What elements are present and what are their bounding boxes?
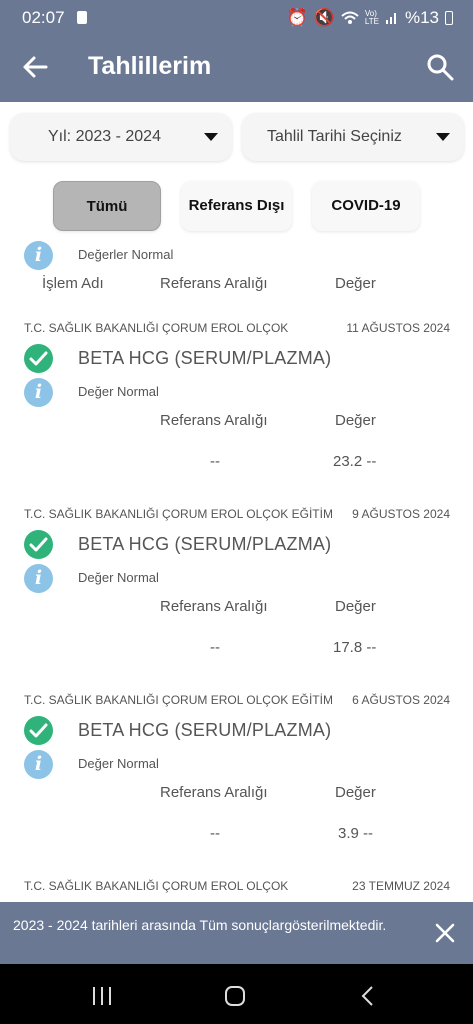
institution-name: T.C. SAĞLIK BAKANLIĞI ÇORUM EROL OLÇOK [24, 321, 289, 335]
status-time: 02:07 [22, 8, 65, 27]
page-title: Tahlillerim [88, 52, 212, 80]
recent-apps-icon[interactable] [90, 984, 114, 1008]
test-name[interactable]: BETA HCG (SERUM/PLAZMA) [78, 720, 331, 741]
year-dropdown-label: Yıl: 2023 - 2024 [48, 128, 161, 145]
institution-name: T.C. SAĞLIK BAKANLIĞI ÇORUM EROL OLÇOK E… [24, 693, 333, 707]
column-header-range: Referans Aralığı [160, 275, 268, 292]
column-header-value: Değer [335, 275, 376, 292]
info-icon[interactable]: i [24, 378, 53, 407]
search-icon[interactable] [425, 52, 455, 82]
chevron-down-icon [204, 133, 218, 141]
tab-out-of-reference[interactable]: Referans Dışı [181, 181, 292, 231]
volte-icon: Vo) LTE [364, 9, 379, 26]
year-dropdown[interactable]: Yıl: 2023 - 2024 [10, 113, 232, 161]
result-date: 9 AĞUSTOS 2024 [352, 507, 450, 521]
status-text: Değer Normal [78, 756, 159, 771]
tab-all[interactable]: Tümü [53, 181, 161, 231]
back-arrow-icon[interactable] [20, 52, 50, 82]
battery-text: %13 [404, 8, 439, 27]
back-nav-icon[interactable] [356, 984, 380, 1008]
alarm-icon: ⏰ [286, 8, 308, 27]
result-date: 11 AĞUSTOS 2024 [346, 321, 450, 335]
snackbar-message: 2023 - 2024 tarihleri arasında Tüm sonuç… [13, 917, 387, 933]
test-name[interactable]: BETA HCG (SERUM/PLAZMA) [78, 348, 331, 369]
info-icon[interactable]: i [24, 750, 53, 779]
close-icon[interactable] [433, 921, 457, 945]
tab-covid[interactable]: COVID-19 [312, 181, 420, 231]
mute-icon: 🔇 [313, 8, 335, 27]
app-bar: Tahlillerim [0, 34, 473, 102]
status-bar: 02:07 ⏰ 🔇 Vo) LTE %13 [0, 0, 473, 34]
filter-tabs: Tümü Referans Dışı COVID-19 [0, 181, 473, 231]
date-dropdown-label: Tahlil Tarihi Seçiniz [267, 128, 402, 145]
wifi-icon [341, 11, 359, 24]
value-label: Değer [335, 784, 376, 801]
status-text: Değerler Normal [78, 247, 174, 262]
result-value: 3.9 -- [338, 825, 374, 842]
institution-name: T.C. SAĞLIK BAKANLIĞI ÇORUM EROL OLÇOK [24, 879, 289, 893]
check-circle-icon [24, 344, 53, 373]
info-icon[interactable]: i [24, 564, 53, 593]
result-value: 23.2 -- [333, 453, 377, 470]
info-icon[interactable]: i [24, 241, 53, 270]
results-list[interactable]: i Değerler Normal İşlem Adı Referans Ara… [0, 232, 473, 902]
battery-icon [445, 11, 453, 25]
result-value: 17.8 -- [333, 639, 377, 656]
column-header-name: İşlem Adı [42, 275, 104, 292]
chevron-down-icon [436, 133, 450, 141]
filters: Yıl: 2023 - 2024 Tahlil Tarihi Seçiniz [0, 113, 473, 163]
check-circle-icon [24, 530, 53, 559]
reference-range-value: -- [210, 639, 220, 656]
signal-icon [385, 13, 396, 24]
notification-icon [77, 11, 87, 24]
date-dropdown[interactable]: Tahlil Tarihi Seçiniz [242, 113, 464, 161]
reference-range-label: Referans Aralığı [160, 598, 268, 615]
value-label: Değer [335, 598, 376, 615]
test-name[interactable]: BETA HCG (SERUM/PLAZMA) [78, 534, 331, 555]
status-icons: ⏰ 🔇 Vo) LTE %13 [287, 8, 453, 28]
system-nav-bar [0, 964, 473, 1024]
reference-range-value: -- [210, 825, 220, 842]
value-label: Değer [335, 412, 376, 429]
institution-name: T.C. SAĞLIK BAKANLIĞI ÇORUM EROL OLÇOK E… [24, 507, 333, 521]
result-date: 6 AĞUSTOS 2024 [352, 693, 450, 707]
reference-range-label: Referans Aralığı [160, 784, 268, 801]
check-circle-icon [24, 716, 53, 745]
home-icon[interactable] [223, 984, 247, 1008]
reference-range-label: Referans Aralığı [160, 412, 268, 429]
result-date: 23 TEMMUZ 2024 [352, 879, 450, 893]
status-text: Değer Normal [78, 570, 159, 585]
reference-range-value: -- [210, 453, 220, 470]
status-text: Değer Normal [78, 384, 159, 399]
snackbar: 2023 - 2024 tarihleri arasında Tüm sonuç… [0, 902, 473, 964]
